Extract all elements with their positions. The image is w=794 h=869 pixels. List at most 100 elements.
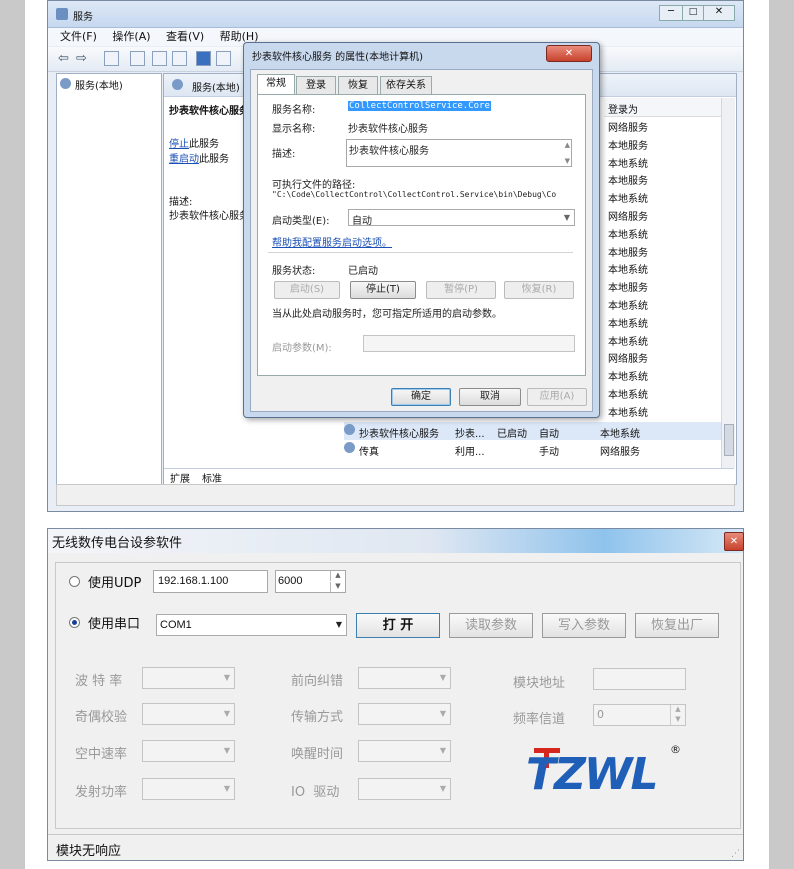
ip-input[interactable]: 192.168.1.100 bbox=[153, 570, 268, 593]
spin-down-icon[interactable]: ▼ bbox=[330, 582, 345, 592]
start-params-input[interactable] bbox=[363, 335, 575, 352]
air-rate-select[interactable]: ▼ bbox=[142, 740, 235, 762]
minimize-button[interactable]: ─ bbox=[659, 5, 683, 21]
help-link[interactable]: 帮助我配置服务启动选项。 bbox=[272, 234, 392, 249]
scrollbar-thumb[interactable] bbox=[724, 424, 734, 456]
parity-select[interactable]: ▼ bbox=[142, 703, 235, 725]
service-name-label: 服务名称: bbox=[272, 105, 316, 116]
fec-select[interactable]: ▼ bbox=[358, 667, 451, 689]
ip-value: 192.168.1.100 bbox=[158, 575, 229, 587]
tree-item-local-services[interactable]: 服务(本地) bbox=[75, 77, 123, 92]
logon-cell: 本地系统 bbox=[608, 336, 648, 348]
row-logon: 网络服务 bbox=[600, 447, 640, 458]
services-status-bar bbox=[56, 484, 735, 506]
tab-general[interactable]: 常规 bbox=[257, 74, 295, 95]
help-icon[interactable] bbox=[196, 51, 211, 66]
menu-file[interactable]: 文件(F) bbox=[60, 30, 97, 43]
show-tree-icon[interactable] bbox=[104, 51, 119, 66]
transfer-mode-label: 传输方式 bbox=[291, 710, 344, 725]
freq-channel-spinner[interactable]: 0 ▲ ▼ bbox=[593, 704, 686, 726]
apply-button[interactable]: 应用(A) bbox=[527, 388, 587, 406]
baud-rate-select[interactable]: ▼ bbox=[142, 667, 235, 689]
exe-path-label: 可执行文件的路径: bbox=[272, 180, 356, 191]
maximize-button[interactable]: □ bbox=[682, 5, 704, 21]
cancel-button[interactable]: 取消 bbox=[459, 388, 521, 406]
port-spinner[interactable]: 6000 ▲ ▼ bbox=[275, 570, 346, 593]
view-tabs: 扩展 标准 bbox=[164, 468, 734, 485]
tx-power-select[interactable]: ▼ bbox=[142, 778, 235, 800]
table-row[interactable]: 抄表软件核心服务 抄表... 已启动 自动 本地系统 bbox=[344, 422, 724, 440]
tab-recovery[interactable]: 恢复 bbox=[338, 76, 378, 94]
dialog-close-button[interactable]: ✕ bbox=[546, 45, 592, 62]
scroll-down-icon[interactable]: ▼ bbox=[565, 157, 570, 165]
start-button[interactable]: 启动(S) bbox=[274, 281, 340, 299]
startup-type-select[interactable]: 自动 ▼ bbox=[348, 209, 575, 227]
spin-up-icon[interactable]: ▲ bbox=[670, 705, 685, 715]
status-text: 模块无响应 bbox=[56, 844, 122, 859]
open-button[interactable]: 打 开 bbox=[356, 613, 440, 638]
chevron-down-icon: ▼ bbox=[223, 673, 231, 682]
wakeup-time-label: 唤醒时间 bbox=[291, 747, 344, 762]
udp-radio[interactable] bbox=[69, 576, 80, 587]
service-name-value[interactable]: CollectControlService.Core bbox=[348, 101, 491, 111]
restart-link[interactable]: 重启动 bbox=[169, 154, 199, 165]
description-field[interactable]: 抄表软件核心服务 ▲ ▼ bbox=[346, 139, 572, 167]
refresh-icon[interactable] bbox=[152, 51, 167, 66]
tab-dependencies[interactable]: 依存关系 bbox=[380, 76, 432, 94]
config-close-button[interactable]: ✕ bbox=[724, 532, 744, 551]
tab-extended[interactable]: 扩展 bbox=[170, 470, 190, 485]
tab-logon[interactable]: 登录 bbox=[296, 76, 336, 94]
start-params-hint: 当从此处启动服务时，您可指定所适用的启动参数。 bbox=[272, 309, 502, 320]
scroll-up-icon[interactable]: ▲ bbox=[565, 141, 570, 149]
wakeup-time-select[interactable]: ▼ bbox=[358, 740, 451, 762]
serial-radio[interactable] bbox=[69, 617, 80, 628]
spin-down-icon[interactable]: ▼ bbox=[670, 715, 685, 725]
logon-cell: 网络服务 bbox=[608, 123, 648, 134]
transfer-mode-select[interactable]: ▼ bbox=[358, 703, 451, 725]
io-drive-select[interactable]: ▼ bbox=[358, 778, 451, 800]
properties-icon[interactable] bbox=[130, 51, 145, 66]
tab-standard[interactable]: 标准 bbox=[202, 470, 222, 485]
close-button[interactable]: ✕ bbox=[703, 5, 735, 21]
menu-view[interactable]: 查看(V) bbox=[166, 30, 204, 43]
resume-button[interactable]: 恢复(R) bbox=[504, 281, 574, 299]
column-header-logon[interactable]: 登录为 bbox=[604, 98, 722, 117]
logon-cell: 本地服务 bbox=[608, 176, 648, 188]
spin-up-icon[interactable]: ▲ bbox=[330, 571, 345, 581]
air-rate-label: 空中速率 bbox=[75, 747, 128, 762]
config-status-bar: 模块无响应 ⋰ bbox=[48, 834, 743, 860]
forward-icon[interactable]: ⇨ bbox=[76, 51, 87, 66]
restore-factory-button[interactable]: 恢复出厂 bbox=[635, 613, 719, 638]
tzwl-logo: TZWL ® bbox=[526, 743, 686, 803]
logon-cell: 本地服务 bbox=[608, 247, 648, 259]
pause-button[interactable]: 暂停(P) bbox=[426, 281, 496, 299]
freq-channel-label: 频率信道 bbox=[513, 712, 566, 727]
table-row[interactable]: 传真 利用... 手动 网络服务 bbox=[344, 440, 724, 458]
read-params-button[interactable]: 读取参数 bbox=[449, 613, 533, 638]
export-icon[interactable] bbox=[172, 51, 187, 66]
row-startup: 手动 bbox=[539, 447, 559, 458]
services-title: 服务 bbox=[73, 12, 93, 23]
com-port-select[interactable]: COM1 ▼ bbox=[156, 614, 347, 636]
logon-cell: 网络服务 bbox=[608, 212, 648, 223]
view-icon[interactable] bbox=[216, 51, 231, 66]
module-address-input[interactable] bbox=[593, 668, 686, 690]
parity-label: 奇偶校验 bbox=[75, 710, 128, 725]
menu-action[interactable]: 操作(A) bbox=[112, 30, 150, 43]
tx-power-label: 发射功率 bbox=[75, 785, 128, 800]
vertical-scrollbar[interactable] bbox=[721, 98, 735, 468]
write-params-button[interactable]: 写入参数 bbox=[542, 613, 626, 638]
row-desc: 利用... bbox=[455, 447, 485, 458]
stop-link[interactable]: 停止 bbox=[169, 139, 189, 150]
resize-grip-icon[interactable]: ⋰ bbox=[731, 849, 740, 859]
startup-type-value: 自动 bbox=[352, 216, 372, 227]
ok-button[interactable]: 确定 bbox=[391, 388, 451, 406]
chevron-down-icon: ▼ bbox=[223, 784, 231, 793]
start-params-label: 启动参数(M): bbox=[272, 343, 332, 354]
exe-path-value[interactable]: "C:\Code\CollectControl\CollectControl.S… bbox=[272, 190, 577, 199]
description-label: 描述: bbox=[272, 149, 296, 160]
stop-button[interactable]: 停止(T) bbox=[350, 281, 416, 299]
config-title: 无线数传电台设参软件 bbox=[52, 536, 183, 551]
display-name-value[interactable]: 抄表软件核心服务 bbox=[348, 120, 428, 135]
back-icon[interactable]: ⇦ bbox=[58, 51, 69, 66]
